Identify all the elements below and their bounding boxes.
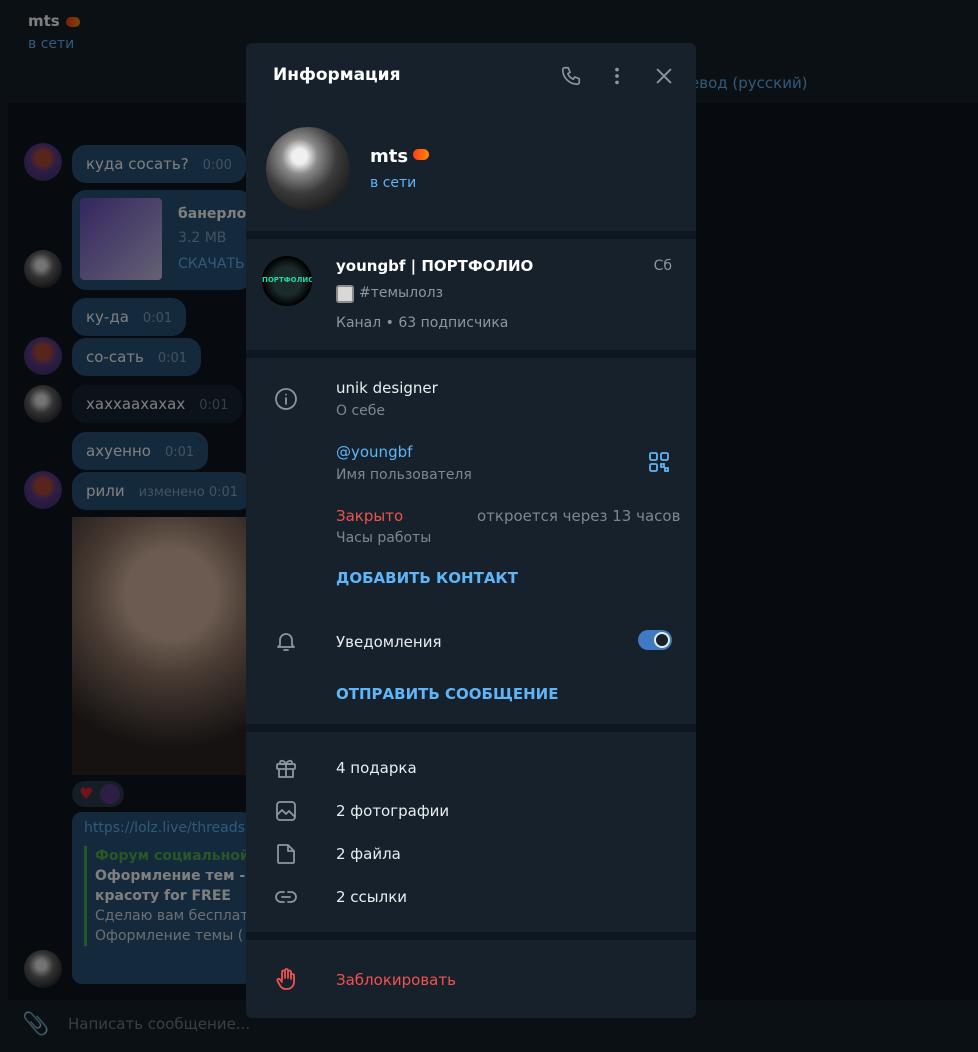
send-message-button[interactable]: ОТПРАВИТЬ СООБЩЕНИЕ (336, 685, 558, 703)
username-label: Имя пользователя (336, 467, 472, 483)
section-divider (246, 231, 696, 239)
info-icon (273, 386, 299, 412)
section-divider (246, 932, 696, 940)
telegram-badge-icon (413, 149, 429, 160)
profile-name: mts (370, 146, 409, 167)
panel-title: Информация (273, 65, 401, 85)
close-icon (656, 68, 672, 84)
close-button[interactable] (651, 63, 677, 89)
channel-last-post: #темылолз (359, 285, 444, 301)
more-button[interactable] (604, 63, 630, 89)
username-value[interactable]: @youngbf (336, 443, 412, 461)
notifications-toggle[interactable] (638, 630, 672, 650)
profile-status: в сети (370, 175, 417, 191)
user-info-panel: Информация mts в сети ПОРТФОЛИО youngbf … (246, 43, 696, 1018)
channel-title: youngbf | ПОРТФОЛИО (336, 257, 534, 275)
media-links-label: 2 ссылки (336, 888, 408, 906)
phone-icon (561, 66, 581, 86)
gift-icon (273, 755, 299, 781)
photo-icon (273, 798, 299, 824)
media-photos-label: 2 фотографии (336, 802, 450, 820)
block-user-button[interactable]: Заблокировать (336, 971, 456, 989)
qr-code-icon[interactable] (647, 450, 671, 474)
more-vertical-icon (615, 67, 619, 85)
section-divider (246, 350, 696, 358)
bio-label: О себе (336, 403, 386, 419)
bio-value[interactable]: unik designer (336, 379, 438, 397)
channel-date: Сб (653, 258, 672, 274)
section-divider (246, 724, 696, 732)
file-icon (273, 841, 299, 867)
add-contact-button[interactable]: ДОБАВИТЬ КОНТАКТ (336, 569, 518, 587)
call-button[interactable] (558, 63, 584, 89)
media-gifts-label: 4 подарка (336, 759, 417, 777)
business-hours-opens: откроется через 13 часов (477, 507, 681, 525)
bell-icon (273, 628, 299, 654)
profile-avatar[interactable] (266, 127, 350, 211)
media-files-label: 2 файла (336, 845, 401, 863)
link-icon (273, 884, 299, 910)
hand-stop-icon (273, 966, 299, 992)
channel-meta: Канал • 63 подписчика (336, 315, 509, 331)
toggle-knob (654, 632, 670, 648)
business-hours-status[interactable]: Закрыто (336, 507, 403, 525)
channel-avatar: ПОРТФОЛИО (262, 256, 312, 306)
business-hours-label: Часы работы (336, 530, 432, 546)
post-thumbnail (336, 285, 354, 303)
notifications-label: Уведомления (336, 633, 442, 651)
